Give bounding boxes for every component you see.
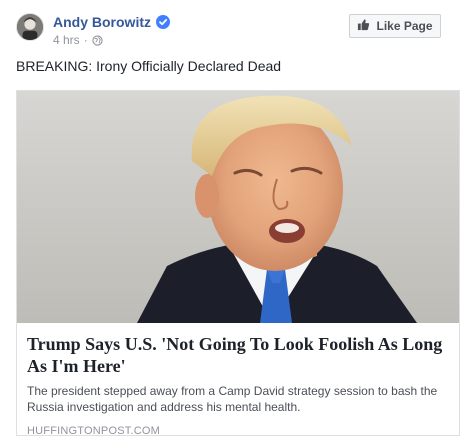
avatar-portrait	[17, 14, 43, 40]
author-avatar[interactable]	[16, 13, 44, 41]
link-title[interactable]: Trump Says U.S. 'Not Going To Look Fooli…	[27, 333, 449, 377]
like-page-button[interactable]: Like Page	[349, 14, 441, 38]
link-preview-image[interactable]	[17, 91, 459, 323]
link-preview-card[interactable]: Trump Says U.S. 'Not Going To Look Fooli…	[16, 90, 460, 436]
facebook-post: Andy Borowitz 4 hrs · Like Page BREAKING…	[0, 0, 463, 442]
meta-separator: ·	[83, 33, 88, 47]
post-status-text: BREAKING: Irony Officially Declared Dead	[16, 58, 282, 74]
link-description: The president stepped away from a Camp D…	[27, 384, 438, 414]
post-timestamp[interactable]: 4 hrs	[53, 33, 80, 47]
link-preview-text[interactable]: Trump Says U.S. 'Not Going To Look Fooli…	[17, 323, 459, 435]
verified-badge-icon	[156, 15, 170, 29]
author-row: Andy Borowitz	[53, 14, 170, 30]
thumbs-up-icon	[357, 18, 370, 34]
post-meta: 4 hrs ·	[53, 33, 103, 47]
globe-icon[interactable]	[92, 34, 103, 46]
like-page-label: Like Page	[376, 19, 433, 33]
author-name[interactable]: Andy Borowitz	[53, 14, 151, 30]
link-domain: HUFFINGTONPOST.COM	[27, 425, 160, 436]
